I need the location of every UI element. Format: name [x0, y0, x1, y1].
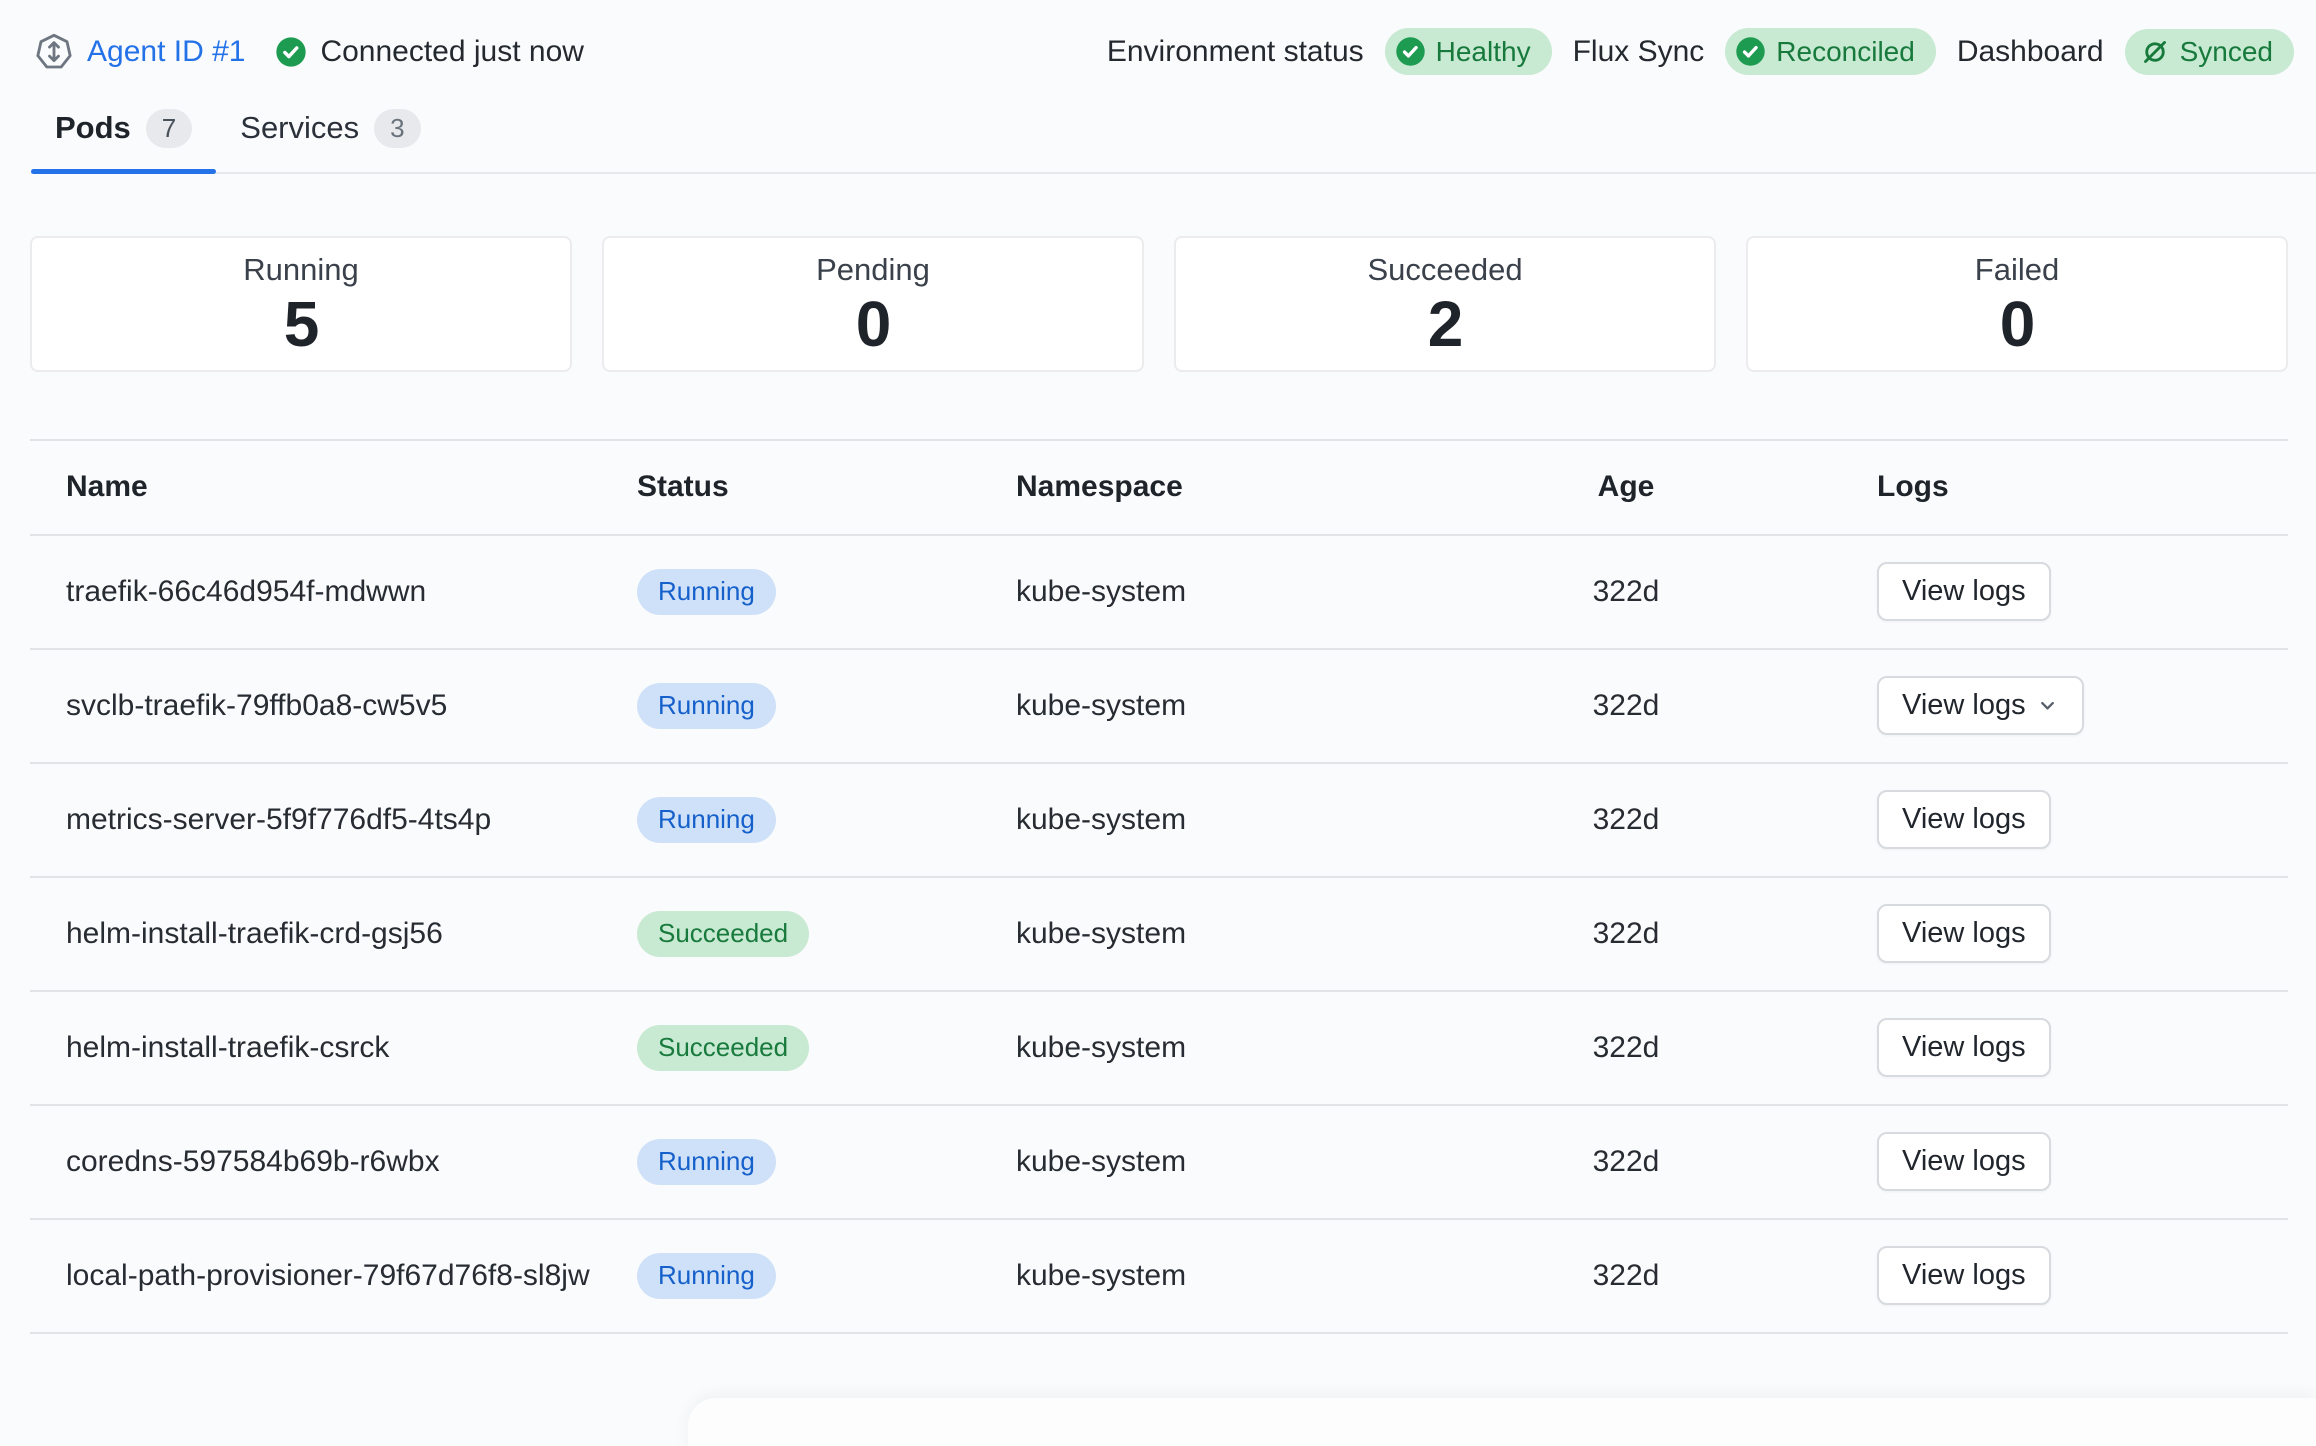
pod-age: 322d: [1491, 575, 1761, 609]
table-row: traefik-66c46d954f-mdwwn Running kube-sy…: [30, 534, 2288, 648]
stat-label: Pending: [816, 252, 930, 288]
tab-services-label: Services: [240, 110, 359, 146]
pod-age: 322d: [1491, 689, 1761, 723]
view-logs-label: View logs: [1902, 917, 2026, 950]
connected-check-icon: [275, 36, 307, 68]
column-header-namespace: Namespace: [1016, 470, 1491, 504]
view-logs-label: View logs: [1902, 803, 2026, 836]
view-logs-label: View logs: [1902, 1031, 2026, 1064]
view-logs-label: View logs: [1902, 689, 2026, 722]
flux-sync-label: Flux Sync: [1573, 35, 1705, 69]
check-circle-icon: [1735, 36, 1766, 67]
agent-icon: [34, 32, 74, 72]
column-header-age: Age: [1491, 470, 1761, 504]
pod-name: local-path-provisioner-79f67d76f8-sl8jw: [66, 1256, 637, 1295]
tab-services-count: 3: [374, 109, 420, 148]
status-badge: Succeeded: [637, 1025, 809, 1071]
pod-name: traefik-66c46d954f-mdwwn: [66, 572, 637, 611]
stat-card-failed: Failed 0: [1746, 236, 2288, 372]
flux-sync-badge: Reconciled: [1725, 28, 1936, 75]
pods-table-body: traefik-66c46d954f-mdwwn Running kube-sy…: [30, 534, 2288, 1332]
pod-name: coredns-597584b69b-r6wbx: [66, 1142, 637, 1181]
status-badge: Running: [637, 797, 776, 843]
connection-status-text: Connected just now: [320, 35, 584, 69]
stat-card-pending: Pending 0: [602, 236, 1144, 372]
stat-card-succeeded: Succeeded 2: [1174, 236, 1716, 372]
dashboard-label: Dashboard: [1957, 35, 2104, 69]
table-row: helm-install-traefik-crd-gsj56 Succeeded…: [30, 876, 2288, 990]
status-badge: Running: [637, 683, 776, 729]
topbar: Agent ID #1 Connected just now Environme…: [0, 0, 2316, 75]
pod-namespace: kube-system: [1016, 689, 1491, 723]
tab-pods-count: 7: [146, 109, 192, 148]
view-logs-button[interactable]: View logs: [1877, 904, 2051, 963]
stat-value: 2: [1428, 292, 1463, 356]
stat-label: Succeeded: [1367, 252, 1522, 288]
environment-status-label: Environment status: [1107, 35, 1364, 69]
pod-stats-row: Running 5 Pending 0 Succeeded 2 Failed 0: [30, 236, 2288, 372]
status-badge: Running: [637, 569, 776, 615]
bottom-panel-edge: [688, 1398, 2316, 1446]
agent-id-link[interactable]: Agent ID #1: [87, 35, 245, 69]
pod-namespace: kube-system: [1016, 803, 1491, 837]
flux-sync-value: Reconciled: [1776, 38, 1915, 66]
tab-services[interactable]: Services 3: [216, 97, 444, 172]
view-logs-label: View logs: [1902, 575, 2026, 608]
pod-namespace: kube-system: [1016, 917, 1491, 951]
pod-age: 322d: [1491, 1145, 1761, 1179]
column-header-name: Name: [66, 470, 637, 504]
view-logs-button[interactable]: View logs: [1877, 790, 2051, 849]
stat-card-running: Running 5: [30, 236, 572, 372]
table-row: svclb-traefik-79ffb0a8-cw5v5 Running kub…: [30, 648, 2288, 762]
pods-table: Name Status Namespace Age Logs traefik-6…: [30, 439, 2288, 1334]
view-logs-button[interactable]: View logs: [1877, 1018, 2051, 1077]
status-badge: Running: [637, 1253, 776, 1299]
table-row: local-path-provisioner-79f67d76f8-sl8jw …: [30, 1218, 2288, 1332]
dashboard-sync-badge: Synced: [2125, 29, 2294, 75]
pod-age: 322d: [1491, 1259, 1761, 1293]
view-logs-button[interactable]: View logs: [1877, 562, 2051, 621]
column-header-logs: Logs: [1761, 470, 2252, 504]
pod-name: helm-install-traefik-csrck: [66, 1028, 637, 1067]
pod-name: svclb-traefik-79ffb0a8-cw5v5: [66, 686, 637, 725]
view-logs-label: View logs: [1902, 1145, 2026, 1178]
stat-value: 5: [284, 292, 319, 356]
dashboard-sync-value: Synced: [2180, 38, 2273, 66]
pod-age: 322d: [1491, 917, 1761, 951]
tab-pods-label: Pods: [55, 110, 131, 146]
status-badge: Succeeded: [637, 911, 809, 957]
pod-namespace: kube-system: [1016, 1031, 1491, 1065]
view-logs-button[interactable]: View logs: [1877, 1132, 2051, 1191]
pod-name: helm-install-traefik-crd-gsj56: [66, 914, 637, 953]
view-logs-button[interactable]: View logs: [1877, 1246, 2051, 1305]
chevron-down-icon: [2036, 694, 2059, 717]
table-header-row: Name Status Namespace Age Logs: [30, 439, 2288, 534]
view-logs-label: View logs: [1902, 1259, 2026, 1292]
status-badge: Running: [637, 1139, 776, 1185]
stat-value: 0: [856, 292, 891, 356]
pod-name: metrics-server-5f9f776df5-4ts4p: [66, 800, 637, 839]
synced-icon: [2140, 37, 2170, 67]
check-circle-icon: [1395, 36, 1426, 67]
stat-value: 0: [2000, 292, 2035, 356]
pod-namespace: kube-system: [1016, 1259, 1491, 1293]
column-header-status: Status: [637, 470, 1016, 504]
pod-namespace: kube-system: [1016, 575, 1491, 609]
stat-label: Running: [243, 252, 358, 288]
table-row: helm-install-traefik-csrck Succeeded kub…: [30, 990, 2288, 1104]
table-row: metrics-server-5f9f776df5-4ts4p Running …: [30, 762, 2288, 876]
view-logs-button[interactable]: View logs: [1877, 676, 2084, 735]
pod-age: 322d: [1491, 803, 1761, 837]
environment-status-value: Healthy: [1436, 38, 1531, 66]
pod-namespace: kube-system: [1016, 1145, 1491, 1179]
table-row: coredns-597584b69b-r6wbx Running kube-sy…: [30, 1104, 2288, 1218]
tab-pods[interactable]: Pods 7: [31, 97, 216, 172]
tabs-bar: Pods 7 Services 3: [31, 97, 2316, 174]
pod-age: 322d: [1491, 1031, 1761, 1065]
environment-status-badge: Healthy: [1385, 28, 1552, 75]
pods-dashboard-page: Agent ID #1 Connected just now Environme…: [0, 0, 2316, 1446]
stat-label: Failed: [1975, 252, 2059, 288]
